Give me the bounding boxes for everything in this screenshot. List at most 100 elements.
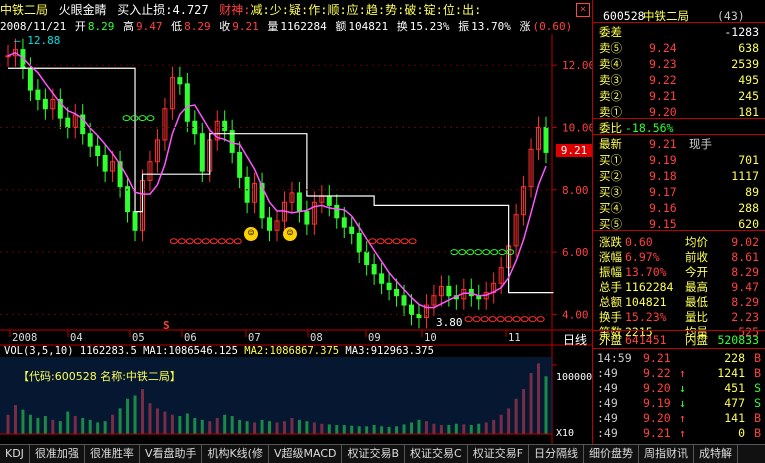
signal-list: 财神:减:少:疑:作:顺:应:趋:势:破:锭:位:出: bbox=[219, 0, 481, 20]
stat-label: 最高 bbox=[685, 280, 708, 294]
candle-body bbox=[296, 192, 302, 213]
peak-price-value: 12.88 bbox=[27, 34, 61, 47]
tick-side: S bbox=[754, 396, 761, 410]
x-tick-label: 10 bbox=[424, 332, 437, 344]
candle-body bbox=[184, 83, 190, 122]
change-label: 涨 bbox=[519, 20, 531, 33]
tick-row: :49 9.19 ↓ 477 S bbox=[597, 395, 763, 411]
tick-side: B bbox=[754, 426, 761, 440]
sell-row: 卖② 9.21 245 bbox=[597, 88, 763, 104]
indicator-tab[interactable]: 周指财讯 bbox=[639, 445, 695, 463]
quote-panel: 600528 中铁二局 (43) 委差 -1283 卖⑤ 9.24 638 卖④ 9.23 2539… bbox=[592, 0, 765, 462]
indicator-title-bar: 中铁二局 火眼金睛 买入止损:4.727 财神:减:少:疑:作:顺:应:趋:势:… bbox=[0, 0, 592, 20]
buy-price: 9.18 bbox=[649, 169, 677, 183]
buy-price: 9.17 bbox=[649, 185, 677, 199]
candle-body bbox=[341, 217, 347, 228]
signal-item: 顺: bbox=[327, 3, 347, 17]
stat-value: 8.29 bbox=[731, 265, 759, 279]
indicator-tab[interactable]: 细价盘势 bbox=[584, 445, 640, 463]
x-tick-label: 11 bbox=[508, 332, 521, 344]
indicator-tab[interactable]: 成特解 bbox=[694, 445, 739, 463]
x-tick-label: 05 bbox=[132, 332, 145, 344]
vol-ma1: MA1:1086546.125 bbox=[143, 345, 238, 357]
signal-item: 疑: bbox=[288, 3, 309, 17]
stat-label: 量比 bbox=[685, 310, 708, 324]
indicator-tab[interactable]: 日分隔线 bbox=[529, 445, 585, 463]
tick-arrow: ↑ bbox=[679, 426, 686, 440]
indicator-tab[interactable]: V超级MACD bbox=[269, 445, 343, 463]
x-tick-label: 06 bbox=[184, 332, 197, 344]
indicator-tab[interactable]: 很准胜率 bbox=[85, 445, 140, 463]
outer-value: 641451 bbox=[625, 333, 667, 347]
stat-row: 涨跌 0.60 均价 9.02 bbox=[597, 234, 763, 250]
stat-value: 9.02 bbox=[731, 235, 759, 249]
indicator-tab[interactable]: 权证交易F bbox=[468, 445, 530, 463]
x-tick-label: 04 bbox=[70, 332, 83, 344]
tick-side: B bbox=[754, 351, 761, 365]
sell-level-label: 卖④ bbox=[599, 57, 622, 71]
indicator-tab[interactable]: KDJ bbox=[0, 445, 30, 463]
latest-label: 最新 bbox=[599, 137, 622, 151]
sell-level-label: 卖② bbox=[599, 89, 622, 103]
tick-time: :49 bbox=[597, 396, 618, 410]
weibi-value: -1283 bbox=[724, 25, 759, 39]
stat-value: 2.23 bbox=[731, 310, 759, 324]
tick-volume: 451 bbox=[724, 381, 745, 395]
candle-body bbox=[42, 98, 48, 110]
indicator-tab[interactable]: 很准加强 bbox=[30, 445, 85, 463]
signal-item: 锭: bbox=[423, 3, 443, 17]
buy-price: 9.19 bbox=[649, 153, 677, 167]
tick-time: :49 bbox=[597, 381, 618, 395]
candle-body bbox=[364, 251, 370, 266]
outer-label: 外盘 bbox=[599, 333, 622, 347]
y-tick-label: 4.00 bbox=[562, 308, 589, 321]
period-label[interactable]: 日线 bbox=[563, 331, 587, 348]
x-tick-label: 09 bbox=[368, 332, 381, 344]
buy-volume: 288 bbox=[738, 201, 759, 215]
stat-label: 前收 bbox=[685, 250, 708, 264]
indicator-tab[interactable]: 权证交易C bbox=[405, 445, 468, 463]
tick-time: :49 bbox=[597, 411, 618, 425]
close-icon[interactable]: × bbox=[576, 3, 590, 17]
stat-label: 涨幅 bbox=[599, 250, 622, 264]
tick-time: :49 bbox=[597, 366, 618, 380]
indicator-tab[interactable]: 权证交易B bbox=[342, 445, 406, 463]
smiley-icon: ☺ bbox=[283, 227, 297, 241]
indicator-name[interactable]: 火眼金睛 bbox=[59, 0, 107, 20]
stat-label: 涨跌 bbox=[599, 235, 622, 249]
smiley-icon: ☺ bbox=[244, 227, 258, 241]
outer-inner-row: 外盘 641451 内盘 520833 bbox=[597, 332, 763, 348]
high-value: 9.47 bbox=[135, 20, 163, 33]
y-tick-label: 6.00 bbox=[562, 246, 589, 259]
candle-body bbox=[35, 89, 41, 100]
stat-row: 换手 15.23% 量比 2.23 bbox=[597, 309, 763, 325]
panel-divider bbox=[593, 134, 765, 135]
tick-row: 14:59 9.21 228 B bbox=[597, 350, 763, 366]
tick-price: 9.21 bbox=[643, 351, 671, 365]
tick-arrow: ↓ bbox=[679, 396, 686, 410]
candle-body bbox=[543, 126, 549, 153]
candle-body bbox=[446, 285, 452, 297]
panel-divider bbox=[593, 230, 765, 231]
sell-signal-marker: S bbox=[163, 319, 170, 332]
low-label: 低 bbox=[171, 20, 183, 33]
sell-level-label: 卖⑤ bbox=[599, 41, 622, 55]
panel-divider bbox=[593, 22, 765, 23]
tick-volume: 0 bbox=[738, 426, 745, 440]
info-date: 2008/11/21 bbox=[0, 20, 67, 33]
candle-body bbox=[102, 155, 108, 172]
panel-divider bbox=[593, 330, 765, 331]
tick-volume: 228 bbox=[724, 351, 745, 365]
weibi-row: 委差 -1283 bbox=[597, 24, 763, 40]
candle-body bbox=[199, 133, 205, 172]
indicator-tab[interactable]: V看盘助手 bbox=[140, 445, 203, 463]
stat-value: 0.60 bbox=[625, 235, 653, 249]
inner-label: 内盘 bbox=[685, 333, 708, 347]
candle-body bbox=[379, 273, 385, 284]
stat-value: 8.61 bbox=[731, 250, 759, 264]
tick-price: 9.20 bbox=[643, 411, 671, 425]
volume-value: 1162284 bbox=[280, 20, 327, 33]
indicator-tab[interactable]: 机构K线(修 bbox=[202, 445, 269, 463]
high-label: 高 bbox=[122, 20, 134, 33]
stat-label: 总额 bbox=[599, 295, 622, 309]
